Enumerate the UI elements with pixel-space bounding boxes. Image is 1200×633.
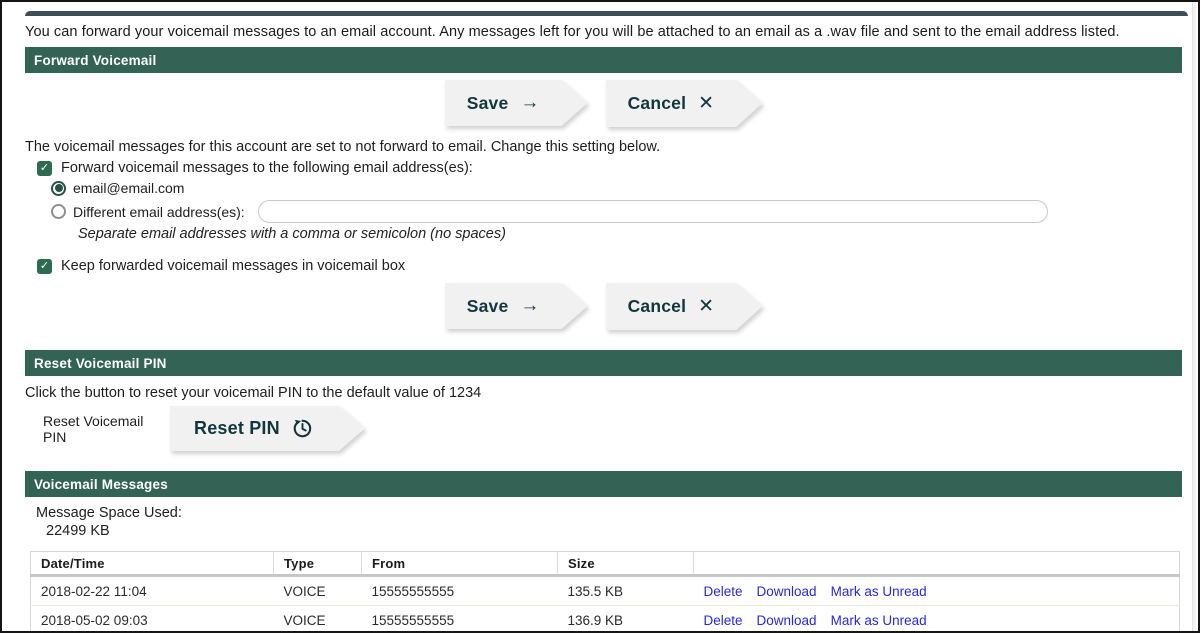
section-title: Reset Voicemail PIN [34, 356, 167, 371]
delete-link[interactable]: Delete [704, 613, 743, 628]
download-link[interactable]: Download [757, 613, 817, 628]
different-email-input[interactable] [258, 200, 1048, 223]
top-divider-rule [25, 11, 1188, 16]
save-cancel-row-bottom: Save → Cancel ✕ [25, 283, 1182, 330]
table-body: 2018-02-22 11:04VOICE15555555555135.5 KB… [31, 576, 1180, 633]
save-button-label: Save [467, 296, 509, 317]
forward-checkbox[interactable]: ✓ [37, 161, 52, 176]
different-email-radio[interactable] [51, 204, 66, 219]
cancel-button-wrapper: Cancel ✕ [606, 283, 763, 330]
email-option-row: email@email.com [51, 180, 1182, 196]
scrollbar-track[interactable] [1192, 2, 1196, 631]
mark-as-unread-link[interactable]: Mark as Unread [831, 613, 927, 628]
column-header-datetime: Date/Time [31, 552, 274, 576]
message-row: 2018-02-22 11:04VOICE15555555555135.5 KB… [31, 576, 1180, 606]
email-option-radio[interactable] [51, 181, 66, 196]
message-space-used-value: 22499 KB [46, 523, 1182, 539]
delete-link[interactable]: Delete [704, 584, 743, 599]
reset-pin-description: Click the button to reset your voicemail… [25, 385, 1182, 401]
save-cancel-row-top: Save → Cancel ✕ [25, 80, 1182, 127]
cell-type: VOICE [274, 606, 362, 633]
save-button-label: Save [467, 93, 509, 114]
cell-from: 15555555555 [362, 576, 558, 606]
page-content: You can forward your voicemail messages … [2, 11, 1198, 633]
voicemail-messages-table: Date/Time Type From Size 2018-02-22 11:0… [30, 551, 1180, 633]
column-header-type: Type [274, 552, 362, 576]
forward-checkbox-label: Forward voicemail messages to the follow… [61, 160, 473, 176]
cancel-button[interactable]: Cancel ✕ [606, 283, 763, 330]
section-title: Voicemail Messages [34, 477, 168, 492]
section-title: Forward Voicemail [34, 53, 156, 68]
arrow-right-icon: → [520, 295, 539, 317]
cell-size: 135.5 KB [558, 576, 694, 606]
cell-from: 15555555555 [362, 606, 558, 633]
save-button[interactable]: Save → [445, 80, 588, 126]
cancel-button-label: Cancel [628, 296, 687, 317]
email-option-label: email@email.com [73, 180, 184, 196]
cell-size: 136.9 KB [558, 606, 694, 633]
intro-text: You can forward your voicemail messages … [25, 24, 1182, 40]
section-header-forward-voicemail: Forward Voicemail [25, 47, 1182, 73]
keep-checkbox-row: ✓ Keep forwarded voicemail messages in v… [37, 258, 1182, 274]
message-space-used-label: Message Space Used: [36, 505, 1182, 521]
arrow-right-icon: → [520, 92, 539, 114]
reset-pin-row-label: Reset Voicemail PIN [43, 413, 170, 445]
checkmark-icon: ✓ [40, 261, 49, 272]
reset-pin-row: Reset Voicemail PIN Reset PIN [43, 406, 1182, 451]
reset-pin-button-label: Reset PIN [194, 418, 280, 439]
section-header-voicemail-messages: Voicemail Messages [25, 471, 1182, 497]
cancel-button[interactable]: Cancel ✕ [606, 80, 763, 127]
download-link[interactable]: Download [757, 584, 817, 599]
page-frame: You can forward your voicemail messages … [0, 0, 1200, 633]
column-header-size: Size [558, 552, 694, 576]
save-button-wrapper: Save → [445, 283, 588, 330]
message-row: 2018-05-02 09:03VOICE15555555555136.9 KB… [31, 606, 1180, 633]
cell-actions: Delete Download Mark as Unread [694, 576, 1180, 606]
mark-as-unread-link[interactable]: Mark as Unread [831, 584, 927, 599]
column-header-actions [694, 552, 1180, 576]
close-x-icon: ✕ [698, 92, 714, 115]
save-button-wrapper: Save → [445, 80, 588, 127]
column-header-from: From [362, 552, 558, 576]
close-x-icon: ✕ [698, 295, 714, 318]
reset-pin-button[interactable]: Reset PIN [170, 406, 365, 451]
save-button[interactable]: Save → [445, 283, 588, 329]
keep-checkbox[interactable]: ✓ [37, 259, 52, 274]
email-separator-note: Separate email addresses with a comma or… [78, 226, 1182, 242]
forward-status-text: The voicemail messages for this account … [25, 139, 1182, 155]
cell-datetime: 2018-05-02 09:03 [31, 606, 274, 633]
checkmark-icon: ✓ [40, 163, 49, 174]
different-email-label: Different email address(es): [73, 204, 245, 220]
table-header: Date/Time Type From Size [31, 552, 1180, 576]
cell-type: VOICE [274, 576, 362, 606]
cell-datetime: 2018-02-22 11:04 [31, 576, 274, 606]
cancel-button-wrapper: Cancel ✕ [606, 80, 763, 127]
different-email-row: Different email address(es): [51, 200, 1182, 223]
cell-actions: Delete Download Mark as Unread [694, 606, 1180, 633]
section-header-reset-pin: Reset Voicemail PIN [25, 350, 1182, 376]
keep-checkbox-label: Keep forwarded voicemail messages in voi… [61, 258, 405, 274]
forward-checkbox-row: ✓ Forward voicemail messages to the foll… [37, 160, 1182, 176]
reset-pin-button-wrapper: Reset PIN [170, 406, 365, 451]
cancel-button-label: Cancel [628, 93, 687, 114]
history-clock-icon [292, 418, 313, 439]
